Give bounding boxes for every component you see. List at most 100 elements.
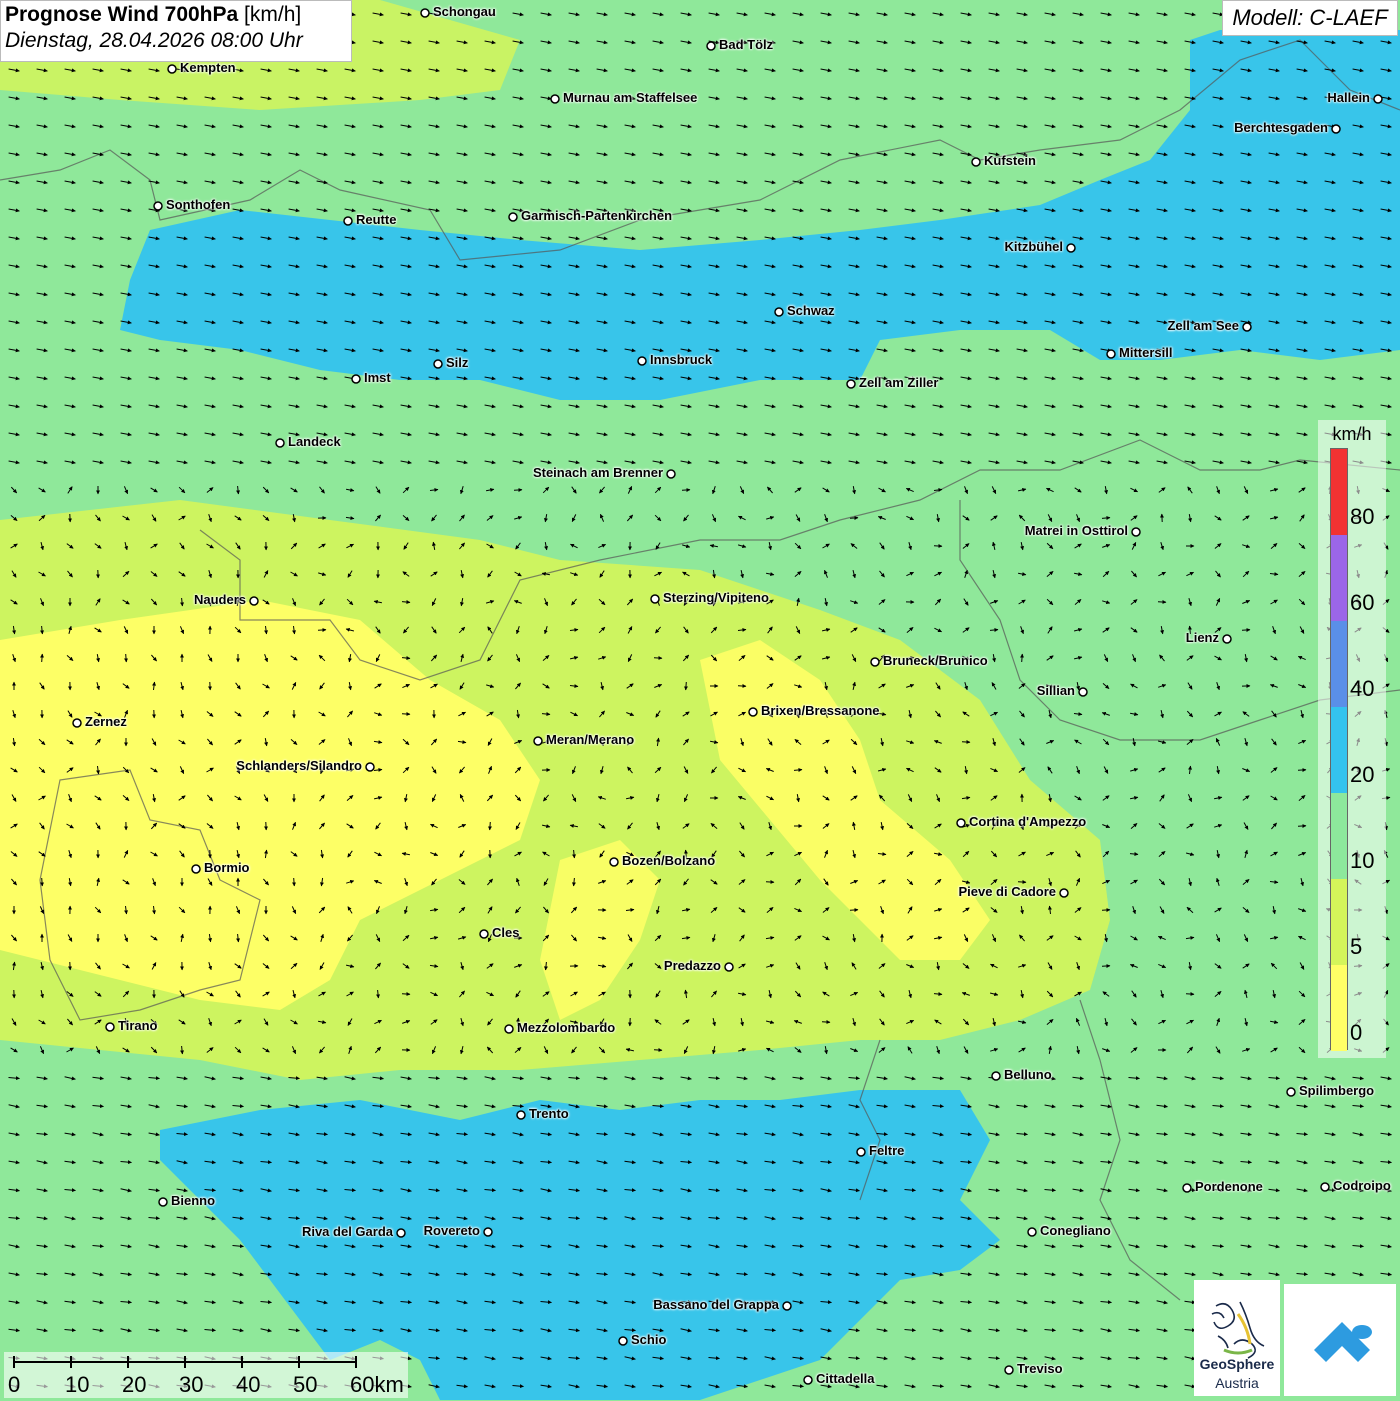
scale-line bbox=[4, 1352, 408, 1372]
city-dot bbox=[434, 360, 442, 368]
legend-swatch bbox=[1331, 535, 1347, 621]
city-label: Bozen/Bolzano bbox=[622, 853, 715, 868]
city-label: Schongau bbox=[433, 4, 496, 19]
city-label: Bad Tölz bbox=[719, 37, 773, 52]
scale-label: 50 bbox=[293, 1372, 317, 1398]
city-label: Cittadella bbox=[816, 1371, 875, 1386]
city-label: Schwaz bbox=[787, 303, 835, 318]
city-label: Sterzing/Vipiteno bbox=[663, 590, 769, 605]
city-dot bbox=[1243, 323, 1251, 331]
city-dot bbox=[1005, 1366, 1013, 1374]
city-dot bbox=[397, 1229, 405, 1237]
city-dot bbox=[168, 65, 176, 73]
city-dot bbox=[957, 819, 965, 827]
wind-arrow bbox=[686, 682, 687, 690]
wind-arrow bbox=[850, 910, 858, 911]
city-label: Rovereto bbox=[424, 1223, 480, 1238]
legend-swatch bbox=[1331, 707, 1347, 793]
city-dot bbox=[1321, 1183, 1329, 1191]
city-dot bbox=[1374, 95, 1382, 103]
geosphere-country: Austria bbox=[1194, 1375, 1280, 1391]
city-dot bbox=[783, 1302, 791, 1310]
legend-tick-label: 10 bbox=[1350, 848, 1374, 874]
wind-arrow bbox=[682, 490, 690, 491]
city-dot bbox=[1287, 1088, 1295, 1096]
city-dot bbox=[1183, 1184, 1191, 1192]
city-dot bbox=[73, 719, 81, 727]
city-dot bbox=[250, 597, 258, 605]
city-dot bbox=[517, 1111, 525, 1119]
city-dot bbox=[484, 1228, 492, 1236]
city-label: Schlanders/Silandro bbox=[236, 758, 362, 773]
wind-arrow bbox=[514, 490, 522, 491]
scale-label: 0 bbox=[8, 1372, 20, 1398]
city-dot bbox=[857, 1148, 865, 1156]
city-label: Zell am See bbox=[1167, 318, 1239, 333]
city-label: Belluno bbox=[1004, 1067, 1052, 1082]
city-dot bbox=[1332, 125, 1340, 133]
city-dot bbox=[1067, 244, 1075, 252]
wind-arrow bbox=[654, 1050, 662, 1051]
city-dot bbox=[352, 375, 360, 383]
legend-swatch bbox=[1331, 879, 1347, 965]
city-dot bbox=[344, 217, 352, 225]
wind-arrow bbox=[490, 822, 491, 830]
city-label: Pordenone bbox=[1195, 1179, 1263, 1194]
city-dot bbox=[638, 357, 646, 365]
city-dot bbox=[1028, 1228, 1036, 1236]
color-legend: km/h 051020406080 bbox=[1318, 420, 1386, 1058]
geosphere-logo: GeoSphere Austria bbox=[1194, 1280, 1280, 1396]
city-label: Murnau am Staffelsee bbox=[563, 90, 697, 105]
city-label: Innsbruck bbox=[650, 352, 712, 367]
city-label: Feltre bbox=[869, 1143, 904, 1158]
city-dot bbox=[509, 213, 517, 221]
city-label: Spilimbergo bbox=[1299, 1083, 1374, 1098]
city-label: Reutte bbox=[356, 212, 396, 227]
city-label: Riva del Garda bbox=[302, 1224, 393, 1239]
city-dot bbox=[871, 658, 879, 666]
city-dot bbox=[1107, 350, 1115, 358]
city-label: Bruneck/Brunico bbox=[883, 653, 988, 668]
model-label: Modell: C-LAEF bbox=[1222, 0, 1398, 36]
title-box: Prognose Wind 700hPa [km/h] Dienstag, 28… bbox=[0, 0, 352, 62]
wind-arrow bbox=[126, 654, 127, 662]
city-label: Silz bbox=[446, 355, 468, 370]
city-label: Berchtesgaden bbox=[1234, 120, 1328, 135]
city-label: Imst bbox=[364, 370, 391, 385]
legend-tick-label: 40 bbox=[1350, 676, 1374, 702]
city-dot bbox=[804, 1376, 812, 1384]
city-dot bbox=[551, 95, 559, 103]
city-dot bbox=[992, 1072, 1000, 1080]
city-dot bbox=[667, 470, 675, 478]
city-label: Zell am Ziller bbox=[859, 375, 938, 390]
city-label: Steinach am Brenner bbox=[533, 465, 663, 480]
title-main: Prognose Wind 700hPa bbox=[5, 3, 238, 26]
city-dot bbox=[154, 202, 162, 210]
city-label: Brixen/Bressanone bbox=[761, 703, 880, 718]
city-dot bbox=[847, 380, 855, 388]
city-dot bbox=[1079, 688, 1087, 696]
legend-swatch bbox=[1331, 965, 1347, 1051]
city-label: Bormio bbox=[204, 860, 250, 875]
scale-label: 40 bbox=[236, 1372, 260, 1398]
legend-swatch bbox=[1331, 621, 1347, 707]
legend-tick-label: 5 bbox=[1350, 934, 1362, 960]
wind-arrow bbox=[402, 994, 410, 995]
city-label: Pieve di Cadore bbox=[958, 884, 1056, 899]
city-label: Kufstein bbox=[984, 153, 1036, 168]
city-label: Tirano bbox=[118, 1018, 158, 1033]
wind-arrow bbox=[1018, 882, 1026, 883]
map-title: Prognose Wind 700hPa [km/h] bbox=[5, 3, 347, 27]
city-dot bbox=[775, 308, 783, 316]
city-dot bbox=[1132, 528, 1140, 536]
city-label: Landeck bbox=[288, 434, 341, 449]
city-label: Cles bbox=[492, 925, 519, 940]
city-dot bbox=[505, 1025, 513, 1033]
legend-swatch bbox=[1331, 449, 1347, 535]
city-dot bbox=[159, 1198, 167, 1206]
legend-tick-label: 60 bbox=[1350, 590, 1374, 616]
city-label: Hallein bbox=[1327, 90, 1370, 105]
scale-label: 60km bbox=[350, 1372, 404, 1398]
city-dot bbox=[1223, 635, 1231, 643]
city-label: Codroipo bbox=[1333, 1178, 1391, 1193]
